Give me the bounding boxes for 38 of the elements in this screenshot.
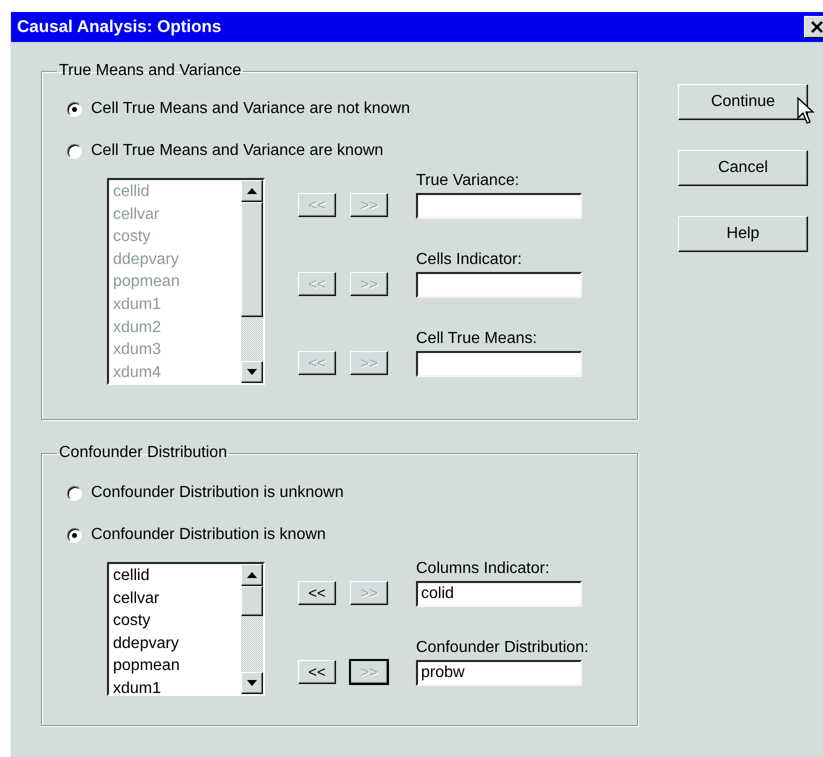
window-title: Causal Analysis: Options [17,17,222,37]
field-label: Columns Indicator: [416,560,550,578]
dialog-button[interactable]: Help [678,216,808,252]
field-label: Cells Indicator: [416,251,523,269]
radio-button[interactable] [67,102,82,116]
group-title: True Means and Variance [58,62,242,80]
input-field[interactable]: probw [416,660,582,686]
radio-button[interactable] [67,144,82,158]
dialog-button[interactable]: Cancel [678,150,808,186]
field-label: True Variance: [416,172,520,190]
radio-label[interactable]: Confounder Distribution is unknown [91,484,344,502]
scrollbar[interactable] [241,564,263,694]
scroll-down-icon[interactable] [241,672,263,694]
scroll-up-icon[interactable] [241,564,263,586]
input-field[interactable] [416,193,582,219]
input-field[interactable] [416,272,582,298]
list-item[interactable]: cellid [113,565,241,588]
list-item[interactable]: costy [113,610,241,633]
arrow-button[interactable]: << [298,581,336,605]
radio-label[interactable]: Confounder Distribution is known [91,526,326,544]
radio-label[interactable]: Cell True Means and Variance are not known [91,100,410,118]
variable-list[interactable]: cellid cellvar costy ddepvary popmean xdum1 [107,562,265,696]
list-item[interactable]: cellvar [113,588,241,610]
group-title: Confounder Distribution [58,444,228,462]
list-item[interactable]: popmean [113,655,241,678]
arrow-button[interactable]: << [298,660,336,684]
field-label: Confounder Distribution: [416,639,589,657]
scroll-thumb[interactable] [241,586,263,616]
list-item[interactable]: xdum1 [113,678,241,694]
field-label: Cell True Means: [416,330,538,348]
input-field[interactable]: colid [416,581,582,607]
radio-button[interactable] [67,486,82,500]
radio-label[interactable]: Cell True Means and Variance are known [91,142,384,160]
close-icon[interactable] [804,16,823,38]
radio-button[interactable] [67,528,82,542]
input-field[interactable] [416,351,582,377]
list-item[interactable]: ddepvary [113,632,241,656]
cursor-icon [797,97,815,125]
